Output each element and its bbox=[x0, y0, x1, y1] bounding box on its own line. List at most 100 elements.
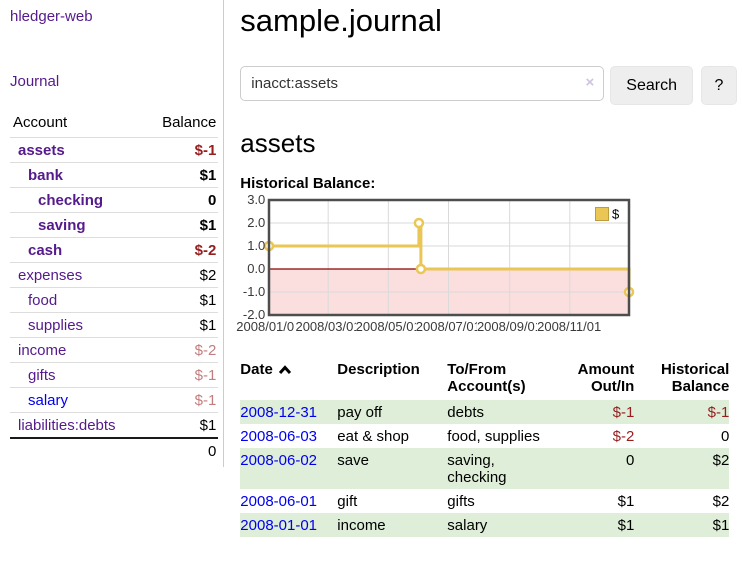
transaction-row: 2008-06-01giftgifts$1$2 bbox=[240, 489, 729, 513]
sidebar-item-journal[interactable]: Journal bbox=[10, 73, 59, 90]
register-header-description: Description bbox=[337, 359, 447, 400]
chart-title: Historical Balance: bbox=[240, 175, 737, 192]
account-link-gifts[interactable]: gifts bbox=[28, 367, 56, 384]
transaction-date-link[interactable]: 2008-12-31 bbox=[240, 404, 317, 421]
account-balance: $2 bbox=[143, 263, 218, 288]
account-link-saving[interactable]: saving bbox=[38, 217, 86, 234]
transaction-accounts-text: food, supplies bbox=[447, 428, 540, 445]
transaction-row: 2008-01-01incomesalary$1$1 bbox=[240, 513, 729, 537]
data-point-marker bbox=[415, 219, 423, 227]
transaction-date-link[interactable]: 2008-01-01 bbox=[240, 517, 317, 534]
accounts-header-row: Account Balance bbox=[10, 111, 218, 138]
search-box: × bbox=[240, 66, 604, 105]
accounts-total-value: 0 bbox=[143, 438, 218, 463]
account-link-checking[interactable]: checking bbox=[38, 192, 103, 209]
transaction-amount: $1 bbox=[564, 489, 634, 513]
account-row: assets$-1 bbox=[10, 138, 218, 163]
accounts-header-balance: Balance bbox=[143, 111, 218, 138]
accounts-total-row: 0 bbox=[10, 438, 218, 463]
transaction-historical-balance: 0 bbox=[634, 424, 729, 448]
transaction-row: 2008-06-03 eat & shopfood, supplies $-20 bbox=[240, 424, 729, 448]
account-balance: $1 bbox=[143, 213, 218, 238]
account-row: expenses $2 bbox=[10, 263, 218, 288]
account-link-assets[interactable]: assets bbox=[18, 142, 65, 159]
sidebar: hledger-web Journal Account Balance asse… bbox=[0, 0, 224, 467]
transaction-description: save bbox=[337, 448, 447, 489]
account-row: supplies $1 bbox=[10, 313, 218, 338]
account-name-cell: saving bbox=[10, 213, 143, 238]
clear-search-icon[interactable]: × bbox=[586, 74, 595, 92]
transaction-description: eat & shop bbox=[337, 424, 447, 448]
account-name-cell: income bbox=[10, 338, 143, 363]
account-link-salary[interactable]: salary bbox=[28, 392, 68, 409]
account-link-cash[interactable]: cash bbox=[28, 242, 62, 259]
transaction-amount: 0 bbox=[564, 448, 634, 489]
historical-balance-chart: $ 3.02.01.00.0-1.0-2.02008/01/012008/03/… bbox=[240, 198, 737, 338]
transaction-description: income bbox=[337, 513, 447, 537]
x-axis-tick-label: 2008/01/01 bbox=[236, 319, 301, 334]
y-axis-tick-label: 2.0 bbox=[240, 216, 265, 230]
main-content: sample.journal × Search ? assets Histori… bbox=[224, 0, 742, 537]
transaction-date-link[interactable]: 2008-06-01 bbox=[240, 493, 317, 510]
account-name-cell: bank bbox=[10, 163, 143, 188]
transaction-accounts: food, supplies bbox=[447, 424, 564, 448]
account-name-cell: expenses bbox=[10, 263, 143, 288]
search-input[interactable] bbox=[240, 66, 604, 101]
accounts-total-spacer bbox=[10, 438, 143, 463]
account-link-food[interactable]: food bbox=[28, 292, 57, 309]
account-row: cash $-2 bbox=[10, 238, 218, 263]
account-balance: $-2 bbox=[143, 238, 218, 263]
transaction-historical-balance: $2 bbox=[634, 489, 729, 513]
transaction-accounts-text: salary bbox=[447, 517, 487, 534]
account-name-cell: food bbox=[10, 288, 143, 313]
account-row: gifts$-1 bbox=[10, 363, 218, 388]
account-link-income[interactable]: income bbox=[18, 342, 66, 359]
register-header-amount: Amount Out/In bbox=[564, 359, 634, 400]
transaction-accounts: salary bbox=[447, 513, 564, 537]
transaction-description: pay off bbox=[337, 400, 447, 424]
transaction-date-link[interactable]: 2008-06-02 bbox=[240, 452, 317, 469]
transaction-historical-balance: $-1 bbox=[634, 400, 729, 424]
account-name-cell: checking bbox=[10, 188, 143, 213]
account-link-bank[interactable]: bank bbox=[28, 167, 63, 184]
y-axis-tick-label: 3.0 bbox=[240, 193, 265, 207]
account-row: liabilities:debts$1 bbox=[10, 413, 218, 439]
account-link-expenses[interactable]: expenses bbox=[18, 267, 82, 284]
accounts-table: Account Balance assets$-1bank$1checking0… bbox=[10, 111, 218, 463]
transaction-date-cell: 2008-12-31 bbox=[240, 400, 337, 424]
register-header-to-from: To/From Account(s) bbox=[447, 359, 564, 400]
account-row: salary$-1 bbox=[10, 388, 218, 413]
hledger-web-page: hledger-web Journal Account Balance asse… bbox=[0, 0, 742, 537]
transaction-accounts-text: saving, checking bbox=[447, 452, 555, 486]
account-name-cell: cash bbox=[10, 238, 143, 263]
account-link-supplies[interactable]: supplies bbox=[28, 317, 83, 334]
transaction-amount: $-2 bbox=[564, 424, 634, 448]
y-axis-tick-label: -1.0 bbox=[240, 285, 265, 299]
app-brand-link[interactable]: hledger-web bbox=[10, 8, 93, 25]
register-table: DateDescriptionTo/From Account(s)Amount … bbox=[240, 359, 729, 537]
register-header-row: DateDescriptionTo/From Account(s)Amount … bbox=[240, 359, 729, 400]
transaction-amount: $-1 bbox=[564, 400, 634, 424]
account-row: food$1 bbox=[10, 288, 218, 313]
accounts-header-account: Account bbox=[10, 111, 143, 138]
account-balance: $1 bbox=[143, 163, 218, 188]
help-button[interactable]: ? bbox=[701, 66, 737, 105]
register-header-date[interactable]: Date bbox=[240, 359, 337, 400]
account-row: checking0 bbox=[10, 188, 218, 213]
transaction-accounts: saving, checking bbox=[447, 448, 564, 489]
transaction-date-link[interactable]: 2008-06-03 bbox=[240, 428, 317, 445]
sort-up-icon bbox=[278, 364, 292, 375]
account-name-cell: gifts bbox=[10, 363, 143, 388]
transaction-date-cell: 2008-06-03 bbox=[240, 424, 337, 448]
transaction-row: 2008-06-02savesaving, checking0$2 bbox=[240, 448, 729, 489]
account-balance: $1 bbox=[143, 313, 218, 338]
register-header-historical: Historical Balance bbox=[634, 359, 729, 400]
x-axis-tick-label: 2008/09/01 bbox=[477, 319, 542, 334]
transaction-accounts: gifts bbox=[447, 489, 564, 513]
account-balance: $-2 bbox=[143, 338, 218, 363]
transaction-date-cell: 2008-06-01 bbox=[240, 489, 337, 513]
account-link-liabilities-debts[interactable]: liabilities:debts bbox=[18, 417, 116, 434]
search-button[interactable]: Search bbox=[610, 66, 693, 105]
y-axis-tick-label: 0.0 bbox=[240, 262, 265, 276]
account-name-cell: salary bbox=[10, 388, 143, 413]
